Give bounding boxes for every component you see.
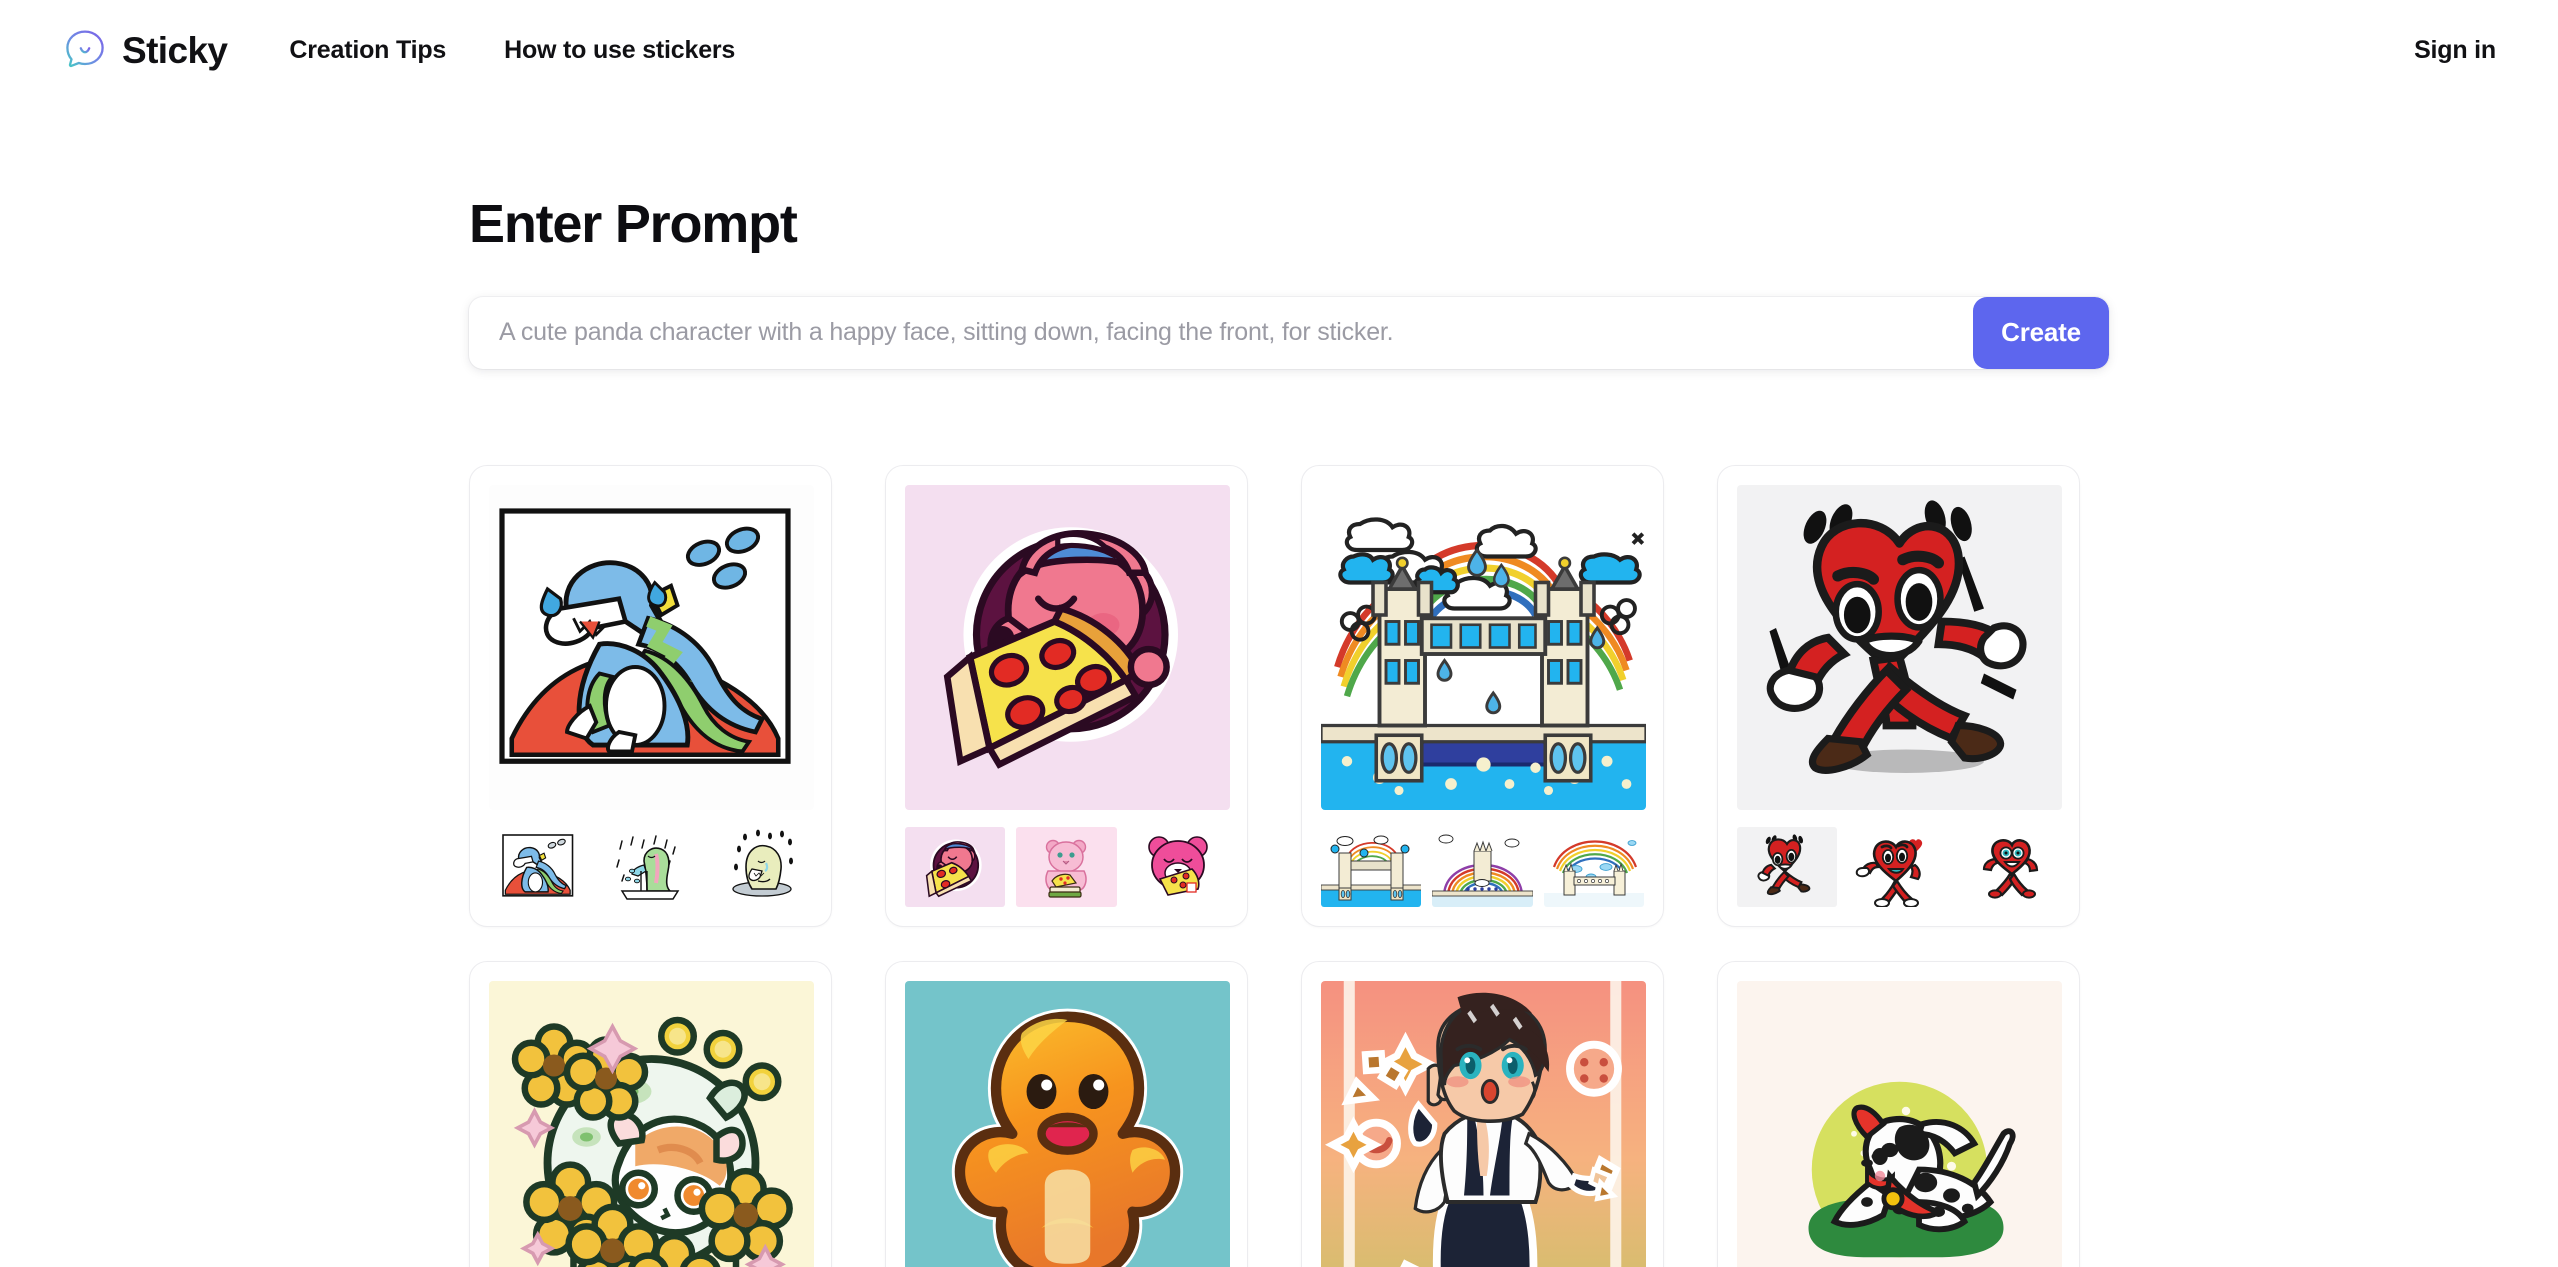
sticker-thumbnail[interactable] [1737, 826, 1838, 907]
sticker-card-pizza-bear[interactable] [885, 464, 1248, 927]
sticker-thumbnail[interactable] [600, 826, 701, 907]
sticker-thumbnail[interactable] [1543, 826, 1644, 907]
sticker-thumbnail-row [905, 826, 1228, 907]
top-navbar: Sticky Creation Tips How to use stickers… [0, 0, 2558, 100]
sticker-hero-image[interactable] [905, 980, 1230, 1267]
sticker-hero-image[interactable] [1737, 980, 2062, 1267]
primary-nav: Creation Tips How to use stickers [289, 36, 735, 65]
sticker-card-running-heart[interactable] [1717, 464, 2080, 927]
speech-bubble-smile-icon [62, 27, 108, 73]
sticker-thumbnail-row [1737, 826, 2060, 907]
content-column: Enter Prompt Create [469, 194, 2109, 1267]
brand-logo-link[interactable]: Sticky [62, 27, 228, 73]
sticker-hero-image[interactable] [1321, 980, 1646, 1267]
prompt-input[interactable] [469, 296, 1973, 369]
brand-name: Sticky [122, 29, 228, 71]
sticker-hero-image[interactable] [489, 484, 814, 810]
sticker-card-anime-boy[interactable] [1301, 960, 1664, 1267]
sticker-hero-image[interactable] [1321, 484, 1646, 810]
nav-link-how-to-use-stickers[interactable]: How to use stickers [504, 36, 735, 65]
sticker-card-crying-dinosaur[interactable] [469, 464, 832, 927]
sticker-thumbnail[interactable] [1432, 826, 1533, 907]
create-button[interactable]: Create [1973, 296, 2109, 369]
sticker-thumbnail-row [489, 826, 812, 907]
sign-in-button[interactable]: Sign in [2414, 36, 2496, 65]
sticker-thumbnail[interactable] [905, 826, 1006, 907]
sticker-thumbnail[interactable] [1959, 826, 2060, 907]
sticker-card-dalmatian-dog[interactable] [1717, 960, 2080, 1267]
sticker-thumbnail[interactable] [1127, 826, 1228, 907]
sticker-hero-image[interactable] [1737, 484, 2062, 810]
sticker-hero-image[interactable] [489, 980, 814, 1267]
sticker-thumbnail[interactable] [1016, 826, 1117, 907]
sticker-card-tower-bridge-rainbow[interactable] [1301, 464, 1664, 927]
sticker-card-flower-cat[interactable] [469, 960, 832, 1267]
sticker-thumbnail-row [1321, 826, 1644, 907]
page-title: Enter Prompt [469, 194, 798, 254]
sticker-thumbnail[interactable] [1321, 826, 1422, 907]
sticker-hero-image[interactable] [905, 484, 1230, 810]
prompt-bar: Create [469, 296, 2109, 369]
sticker-card-orange-blob[interactable] [885, 960, 1248, 1267]
sticker-thumbnail[interactable] [489, 826, 590, 907]
sticker-thumbnail[interactable] [1848, 826, 1949, 907]
sticker-thumbnail[interactable] [711, 826, 812, 907]
nav-link-creation-tips[interactable]: Creation Tips [289, 36, 446, 65]
main-content: Enter Prompt Create [0, 100, 2558, 1267]
sticker-grid [469, 464, 2089, 1267]
